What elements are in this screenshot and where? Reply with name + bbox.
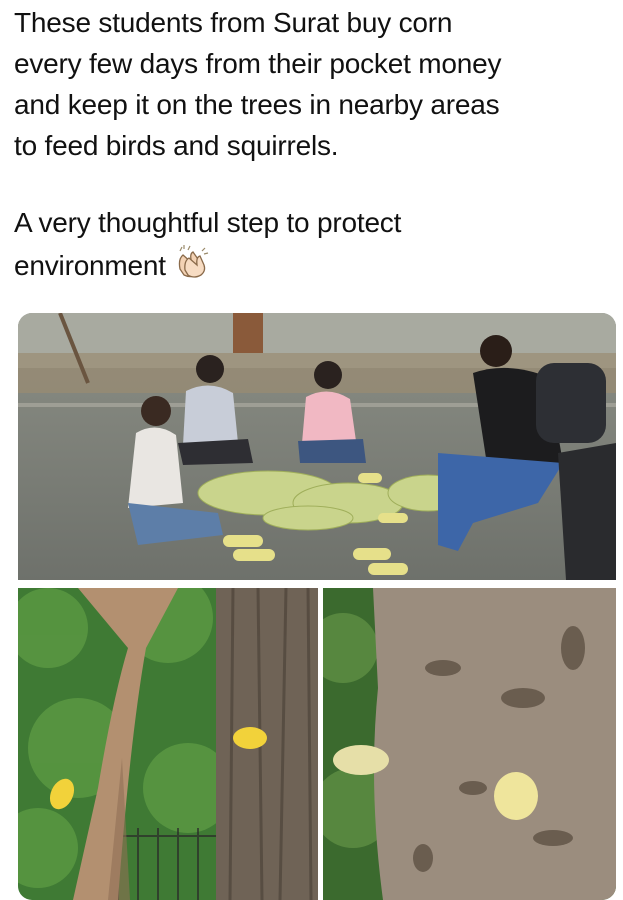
text-line: to feed birds and squirrels. bbox=[14, 130, 339, 161]
tweet-text: These students from Surat buy corn every… bbox=[14, 2, 614, 286]
text-line: A very thoughtful step to protect bbox=[14, 207, 402, 238]
corn-on-thin-tree-photo bbox=[18, 588, 318, 900]
text-line-word: environment bbox=[14, 250, 166, 281]
students-peeling-corn-photo bbox=[18, 313, 616, 580]
corn-on-thick-tree-photo bbox=[323, 588, 616, 900]
text-line: every few days from their pocket money bbox=[14, 48, 502, 79]
clapping-hands-icon bbox=[172, 243, 210, 281]
text-line: environment bbox=[14, 243, 614, 286]
text-line: These students from Surat buy corn bbox=[14, 7, 453, 38]
text-line: and keep it on the trees in nearby areas bbox=[14, 89, 500, 120]
